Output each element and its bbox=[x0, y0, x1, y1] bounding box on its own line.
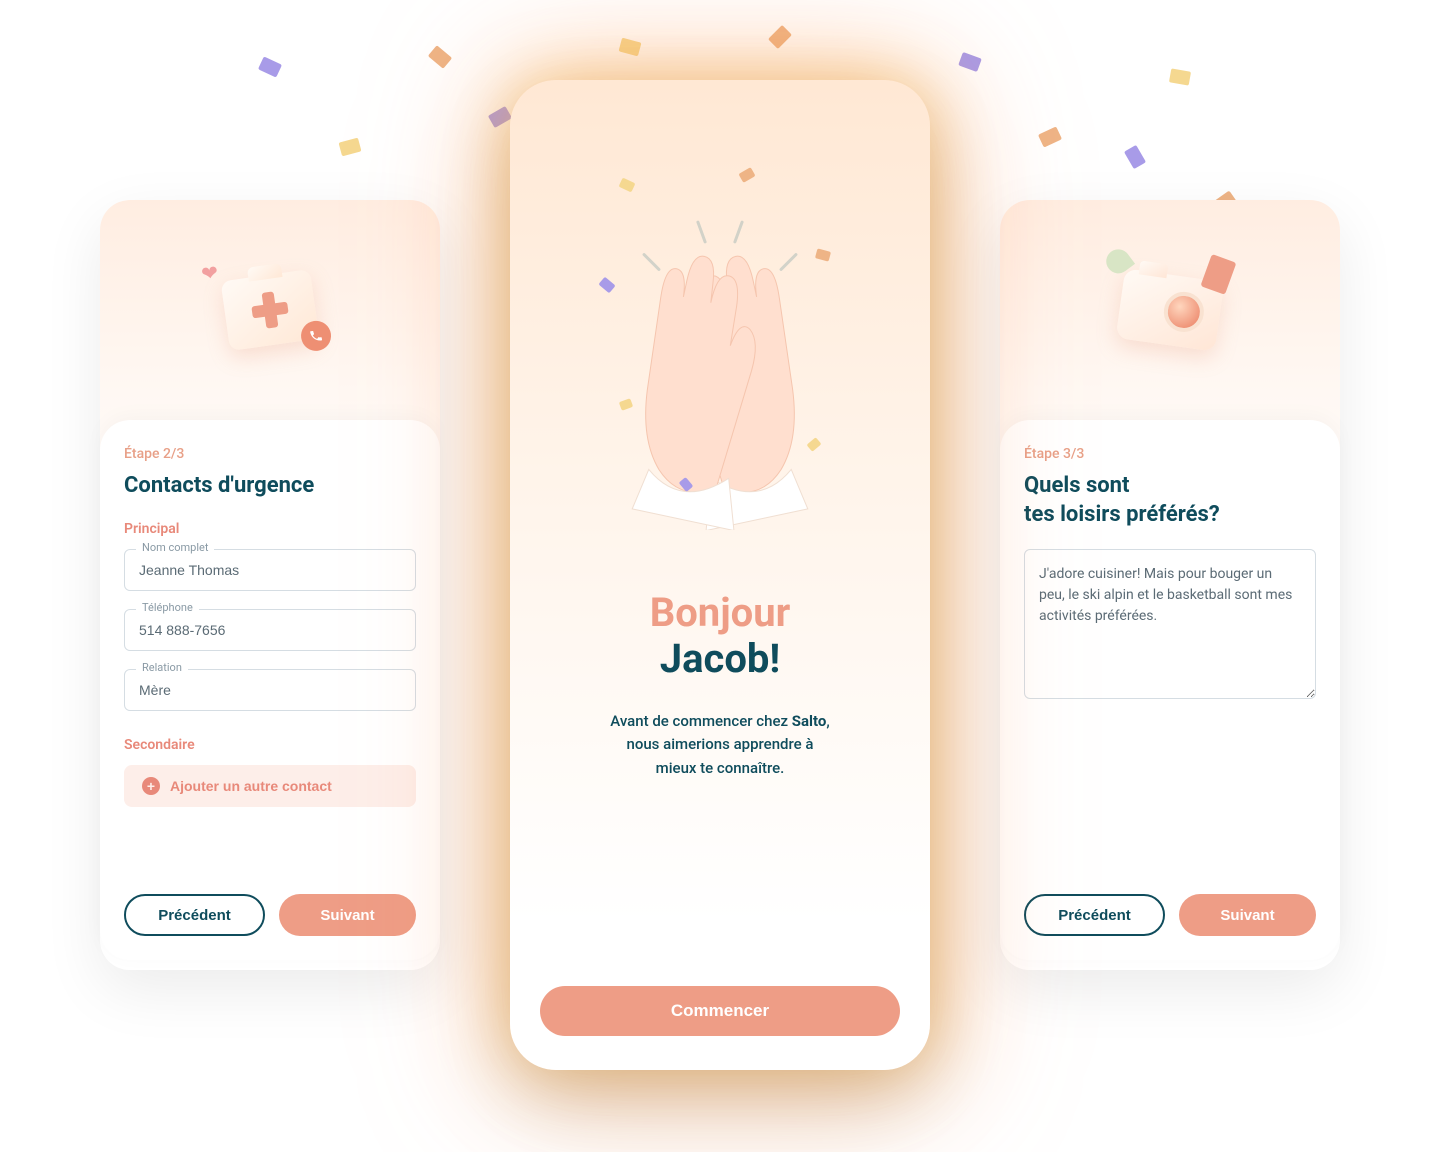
next-button[interactable]: Suivant bbox=[1179, 894, 1316, 936]
greeting-hello: Bonjour bbox=[610, 590, 829, 636]
confetti-piece bbox=[339, 138, 362, 157]
name-field: Nom complet bbox=[124, 549, 416, 591]
phone-badge-icon bbox=[299, 319, 333, 353]
add-contact-button[interactable]: + Ajouter un autre contact bbox=[124, 765, 416, 807]
card-header-illustration: ❤ bbox=[100, 200, 440, 420]
card-body: Étape 3/3 Quels sont tes loisirs préféré… bbox=[1000, 420, 1340, 960]
emergency-contacts-card: ❤ Étape 2/3 Contacts d'urgence Principal… bbox=[100, 200, 440, 970]
medkit-icon: ❤ bbox=[221, 269, 320, 351]
phone-field: Téléphone bbox=[124, 609, 416, 651]
card-footer: Précédent Suivant bbox=[124, 894, 416, 936]
hands-svg bbox=[570, 170, 870, 530]
previous-button[interactable]: Précédent bbox=[124, 894, 265, 936]
name-input[interactable] bbox=[124, 549, 416, 591]
camera-icon bbox=[1116, 268, 1225, 351]
hobbies-textarea[interactable] bbox=[1024, 549, 1316, 699]
card-header-illustration bbox=[1000, 200, 1340, 420]
confetti-piece bbox=[428, 45, 452, 69]
add-contact-label: Ajouter un autre contact bbox=[170, 778, 332, 794]
relation-field-label: Relation bbox=[136, 661, 188, 674]
confetti-piece bbox=[1124, 145, 1146, 169]
plus-icon: + bbox=[142, 777, 160, 795]
name-field-label: Nom complet bbox=[136, 541, 214, 554]
confetti-piece bbox=[768, 25, 792, 49]
secondary-section-label: Secondaire bbox=[124, 737, 416, 753]
high-five-illustration bbox=[540, 120, 900, 580]
phone-field-label: Téléphone bbox=[136, 601, 199, 614]
card-footer: Précédent Suivant bbox=[1024, 894, 1316, 936]
greeting-subtitle: Avant de commencer chez Salto, nous aime… bbox=[610, 710, 829, 780]
greeting-name: Jacob! bbox=[610, 636, 829, 682]
relation-input[interactable] bbox=[124, 669, 416, 711]
step-indicator: Étape 2/3 bbox=[124, 446, 416, 462]
book-icon bbox=[1200, 254, 1236, 295]
card-title: Contacts d'urgence bbox=[124, 472, 416, 501]
card-title: Quels sont tes loisirs préférés? bbox=[1024, 472, 1316, 529]
heart-icon: ❤ bbox=[200, 260, 220, 286]
step-indicator: Étape 3/3 bbox=[1024, 446, 1316, 462]
welcome-phone-screen: Bonjour Jacob! Avant de commencer chez S… bbox=[510, 80, 930, 1070]
confetti-piece bbox=[619, 38, 642, 57]
confetti-piece bbox=[258, 56, 282, 77]
previous-button[interactable]: Précédent bbox=[1024, 894, 1165, 936]
confetti-piece bbox=[1169, 68, 1191, 85]
primary-section-label: Principal bbox=[124, 521, 416, 537]
hobbies-card: Étape 3/3 Quels sont tes loisirs préféré… bbox=[1000, 200, 1340, 970]
confetti-piece bbox=[488, 106, 512, 128]
start-button[interactable]: Commencer bbox=[540, 986, 900, 1036]
next-button[interactable]: Suivant bbox=[279, 894, 416, 936]
relation-field: Relation bbox=[124, 669, 416, 711]
greeting-block: Bonjour Jacob! Avant de commencer chez S… bbox=[610, 590, 829, 780]
confetti-piece bbox=[1038, 126, 1062, 147]
hobbies-textarea-wrap bbox=[1024, 549, 1316, 703]
card-body: Étape 2/3 Contacts d'urgence Principal N… bbox=[100, 420, 440, 960]
leaf-icon bbox=[1101, 245, 1135, 279]
confetti-piece bbox=[958, 52, 982, 72]
phone-input[interactable] bbox=[124, 609, 416, 651]
